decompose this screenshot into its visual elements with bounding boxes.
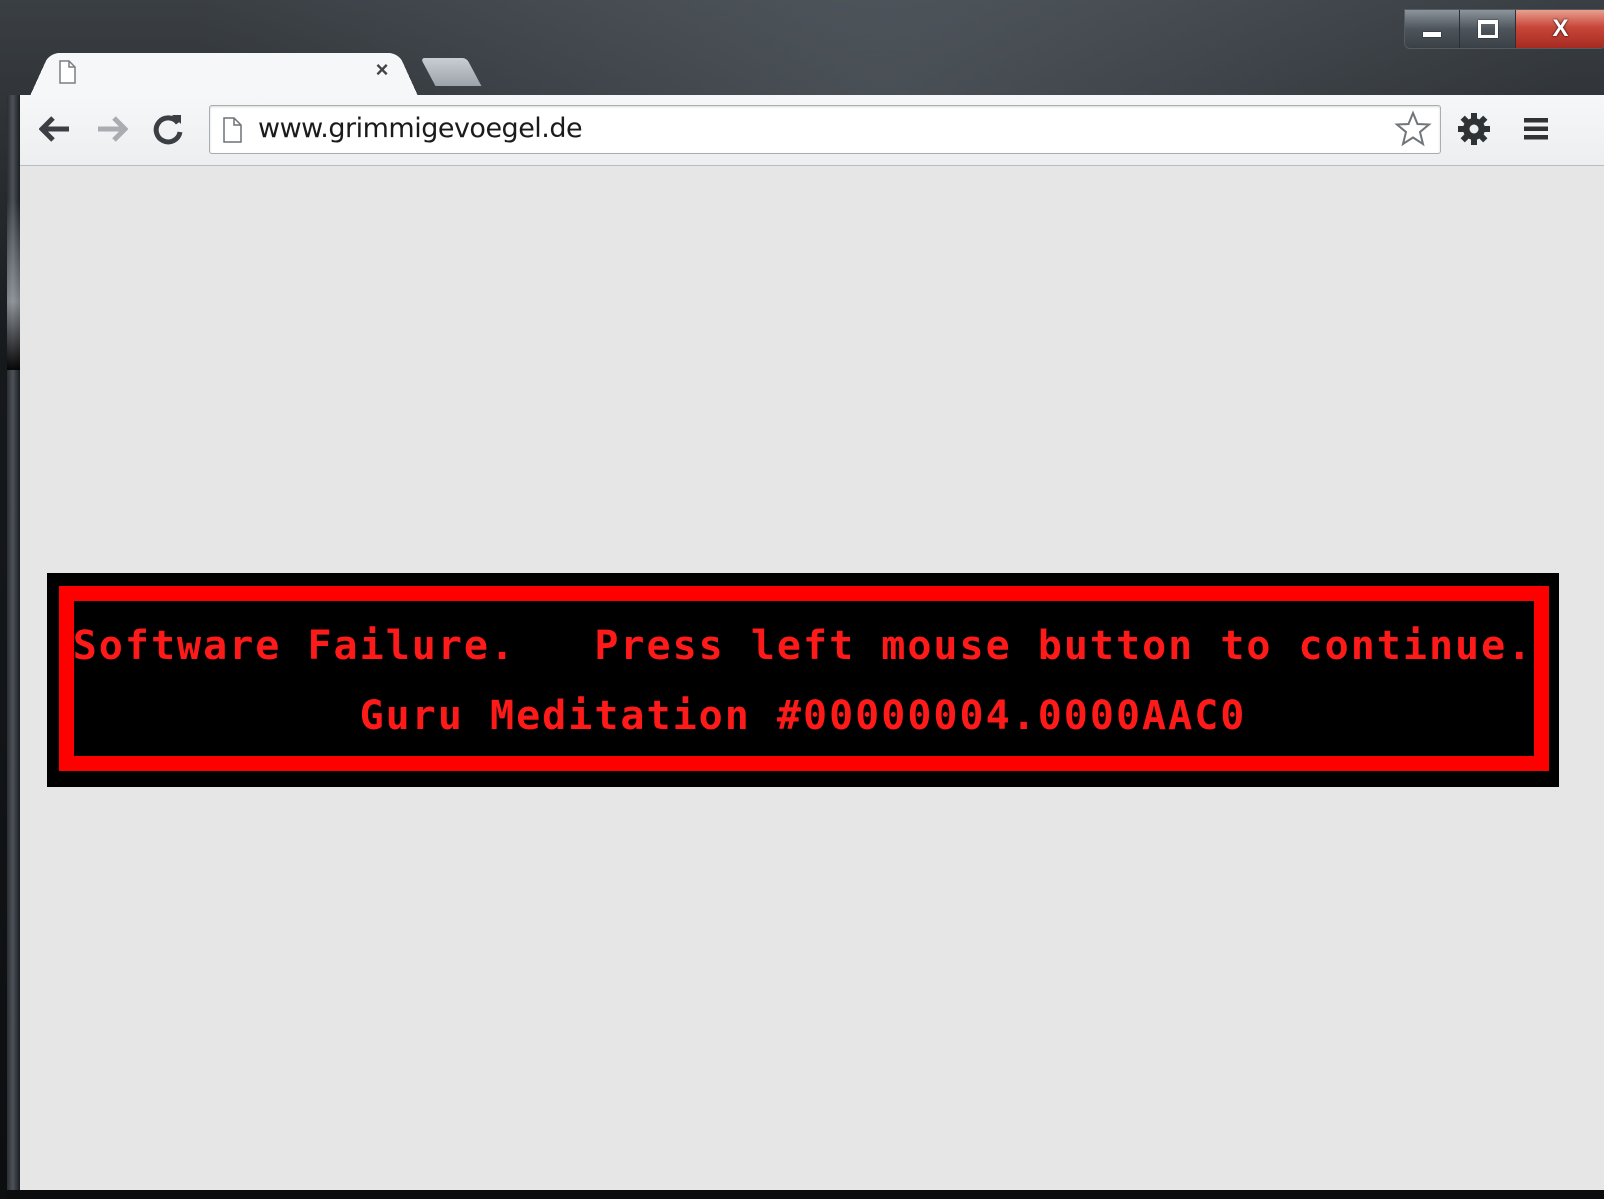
page-icon (223, 117, 242, 143)
star-icon[interactable] (1394, 110, 1432, 148)
guru-meditation-box[interactable]: Software Failure. Press left mouse butto… (47, 573, 1559, 787)
software-failure-message: Software Failure. Press left mouse butto… (72, 623, 1534, 669)
browser-toolbar: www.grimmigevoegel.de (20, 95, 1604, 166)
page-viewport: Software Failure. Press left mouse butto… (20, 166, 1604, 1190)
menu-button[interactable] (1514, 107, 1558, 151)
new-tab-button[interactable] (420, 58, 482, 86)
address-bar[interactable]: www.grimmigevoegel.de (209, 105, 1441, 154)
active-tab[interactable]: × (40, 48, 410, 96)
browser-window: X × www.grimmigevoegel.de Software Failu… (0, 0, 1604, 1199)
forward-button[interactable] (90, 107, 134, 151)
back-button[interactable] (33, 107, 77, 151)
back-arrow-icon (39, 116, 69, 142)
reload-button[interactable] (146, 107, 190, 151)
tab-close-button[interactable]: × (370, 58, 394, 82)
minimize-icon (1423, 31, 1442, 37)
gear-icon (1458, 113, 1490, 145)
window-bottom-frame (7, 1190, 1604, 1199)
maximize-button[interactable] (1460, 10, 1516, 48)
hamburger-menu-icon (1524, 118, 1548, 140)
maximize-icon (1477, 20, 1498, 38)
reload-icon (153, 115, 183, 145)
settings-button[interactable] (1452, 107, 1496, 151)
window-controls: X (1404, 9, 1604, 49)
window-frame-highlight (7, 200, 20, 370)
page-icon (59, 60, 76, 84)
guru-meditation-border (59, 586, 1549, 771)
close-window-button[interactable]: X (1515, 10, 1604, 48)
minimize-button[interactable] (1405, 10, 1461, 48)
url-text[interactable]: www.grimmigevoegel.de (258, 113, 583, 145)
guru-meditation-code: Guru Meditation #00000004.0000AAC0 (359, 693, 1247, 739)
close-icon: X (1552, 15, 1569, 42)
forward-arrow-icon (98, 116, 128, 142)
close-icon: × (375, 57, 389, 82)
